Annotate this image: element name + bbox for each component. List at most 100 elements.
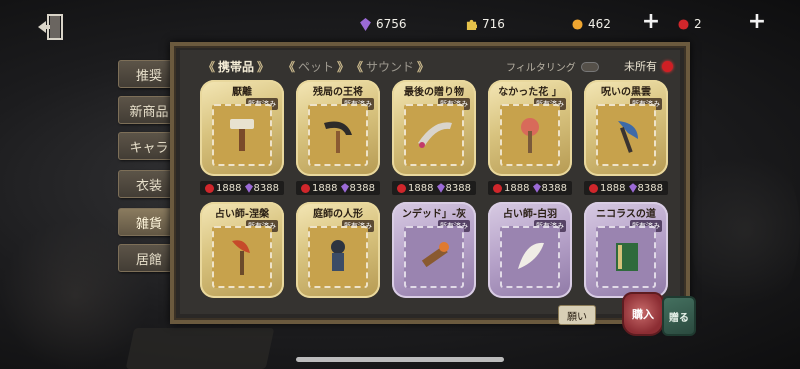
- shop-panel: 《 携帯品 》 《 ペット 》 《 サウンド 》 フィルタリング 未所有 厭離 …: [170, 42, 690, 324]
- puzzle-clue-icon: [466, 19, 477, 30]
- background-prop-right: [690, 140, 800, 320]
- item-name: 残局の王将: [313, 87, 363, 98]
- item-stamp: [596, 226, 656, 288]
- unowned-filter[interactable]: 未所有: [624, 58, 673, 74]
- scythe-item-icon: [324, 121, 352, 153]
- bracket-left: 《: [351, 60, 364, 74]
- item-name: 最後の贈り物: [404, 87, 464, 98]
- item-card-frame: 呪いの黒雲 所有済み: [584, 80, 668, 176]
- currency-red-gem: 2: [678, 14, 702, 34]
- item-card[interactable]: 厭離 所有済み 1888 8388: [200, 80, 284, 195]
- currency-puzzle-clue: 716: [466, 14, 505, 34]
- red-gem-icon: [397, 183, 407, 193]
- subtab-sound[interactable]: 《 サウンド 》: [348, 58, 432, 75]
- red-gem-icon: [301, 183, 311, 193]
- subtab-accessory[interactable]: 《 携帯品 》: [200, 58, 272, 75]
- item-card[interactable]: 残局の王将 所有済み 1888 8388: [296, 80, 380, 195]
- item-card-frame: 庭師の人形 所有済み: [296, 202, 380, 298]
- currency-gold-coin: 462: [572, 14, 611, 34]
- price-red: 1888: [312, 182, 338, 194]
- currency-purple-gem: 6756: [360, 14, 407, 34]
- gift-button[interactable]: 贈る: [662, 296, 696, 336]
- axe-item-icon: [618, 121, 638, 153]
- item-name: 占い師-白羽: [502, 209, 558, 220]
- unowned-dot-icon: [662, 60, 673, 72]
- feather-hammer-item-icon: [232, 240, 250, 275]
- bracket-left: 《: [203, 60, 216, 74]
- subtab-label: ペット: [298, 60, 335, 74]
- item-stamp: [212, 226, 272, 288]
- item-card-frame: 最後の贈り物 所有済み: [392, 80, 476, 176]
- item-name: 呪いの黒雲: [601, 87, 651, 98]
- bracket-right: 》: [257, 60, 270, 74]
- price-bar: 1888 8388: [584, 181, 668, 195]
- torch-item-icon: [421, 242, 449, 268]
- currency-value: 716: [482, 17, 505, 31]
- item-card[interactable]: 最後の贈り物 所有済み 1888 8388: [392, 80, 476, 195]
- item-stamp: [404, 226, 464, 288]
- price-bar: 1888 8388: [392, 181, 476, 195]
- home-indicator[interactable]: [296, 357, 504, 362]
- item-stamp: [212, 104, 272, 166]
- item-card-frame: 厭離 所有済み: [200, 80, 284, 176]
- item-card[interactable]: なかった花 」 所有済み 1888 8388: [488, 80, 572, 195]
- item-card[interactable]: 呪いの黒雲 所有済み 1888 8388: [584, 80, 668, 195]
- item-stamp: [500, 104, 560, 166]
- price-purple: 8388: [253, 182, 279, 194]
- purple-gem-icon: [628, 183, 637, 193]
- item-card[interactable]: ンデッド」-灰 所有済み: [392, 202, 476, 298]
- price-bar: 1888 8388: [200, 181, 284, 195]
- item-stamp: [308, 104, 368, 166]
- red-gem-icon: [493, 183, 503, 193]
- price-purple: 8388: [637, 182, 663, 194]
- background-table: [125, 328, 275, 369]
- exit-door-icon: [38, 14, 63, 40]
- blade-item-icon: [418, 122, 452, 148]
- purple-gem-icon: [244, 183, 253, 193]
- currency-value: 6756: [376, 17, 407, 31]
- item-card-frame: 占い師-涅槃 所有済み: [200, 202, 284, 298]
- item-name: ニコラスの道: [596, 209, 656, 220]
- shop-panel-inner: 《 携帯品 》 《 ペット 》 《 サウンド 》 フィルタリング 未所有 厭離 …: [180, 50, 680, 314]
- item-card[interactable]: ニコラスの道 所有済み: [584, 202, 668, 298]
- price-red: 1888: [600, 182, 626, 194]
- price-red: 1888: [408, 182, 434, 194]
- purchase-bag-button[interactable]: 購入: [622, 292, 664, 336]
- flower-hammer-item-icon: [521, 118, 539, 153]
- item-card-frame: なかった花 」 所有済み: [488, 80, 572, 176]
- item-stamp: [596, 104, 656, 166]
- purple-gem-icon: [340, 183, 349, 193]
- subtab-label: サウンド: [366, 60, 415, 74]
- price-bar: 1888 8388: [488, 181, 572, 195]
- item-name: 占い師-涅槃: [214, 209, 270, 220]
- hammer-item-icon: [230, 119, 254, 151]
- item-card-frame: 残局の王将 所有済み: [296, 80, 380, 176]
- gold-coin-icon: [572, 18, 583, 30]
- exit-door-button[interactable]: [34, 12, 68, 42]
- item-stamp: [404, 104, 464, 166]
- item-name: ンデッド」-灰: [401, 209, 467, 220]
- add-gold-button[interactable]: +: [640, 11, 662, 34]
- price-purple: 8388: [445, 182, 471, 194]
- price-purple: 8388: [541, 182, 567, 194]
- item-card[interactable]: 庭師の人形 所有済み: [296, 202, 380, 298]
- price-purple: 8388: [349, 182, 375, 194]
- item-name: 厭離: [232, 87, 252, 98]
- item-card-frame: ニコラスの道 所有済み: [584, 202, 668, 298]
- item-card[interactable]: 占い師-涅槃 所有済み: [200, 202, 284, 298]
- item-card-frame: ンデッド」-灰 所有済み: [392, 202, 476, 298]
- subtab-label: 携帯品: [218, 60, 255, 74]
- subtab-pet[interactable]: 《 ペット 》: [280, 58, 352, 75]
- item-card[interactable]: 占い師-白羽 所有済み: [488, 202, 572, 298]
- item-card-frame: 占い師-白羽 所有済み: [488, 202, 572, 298]
- red-gem-icon: [205, 183, 215, 193]
- filter-control[interactable]: フィルタリング: [506, 59, 599, 74]
- item-stamp: [308, 226, 368, 288]
- wishlist-button[interactable]: 願い: [558, 305, 596, 325]
- item-name: 庭師の人形: [313, 209, 363, 220]
- purple-gem-icon: [436, 183, 445, 193]
- add-red-gem-button[interactable]: +: [746, 11, 768, 34]
- filter-toggle[interactable]: [580, 61, 599, 72]
- unowned-label: 未所有: [624, 60, 657, 73]
- doll-item-icon: [331, 240, 345, 271]
